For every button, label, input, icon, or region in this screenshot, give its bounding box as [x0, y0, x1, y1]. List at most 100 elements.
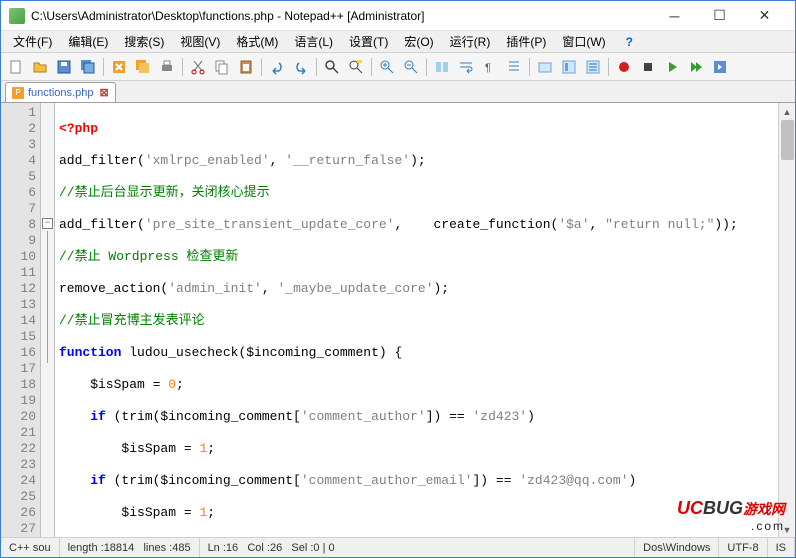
- zoom-out-icon[interactable]: [400, 56, 422, 78]
- menu-window[interactable]: 窗口(W): [554, 31, 613, 52]
- redo-icon[interactable]: [290, 56, 312, 78]
- watermark-com: .com: [677, 519, 785, 533]
- code-number: 0: [168, 377, 176, 392]
- save-all-icon[interactable]: [77, 56, 99, 78]
- code-token: <?php: [59, 121, 98, 136]
- replace-icon[interactable]: [345, 56, 367, 78]
- menu-help[interactable]: ?: [618, 33, 641, 51]
- close-all-icon[interactable]: [132, 56, 154, 78]
- new-file-icon[interactable]: [5, 56, 27, 78]
- tab-functions-php[interactable]: P functions.php ⊠: [5, 82, 116, 102]
- code-keyword: if: [59, 409, 106, 424]
- function-list-icon[interactable]: [582, 56, 604, 78]
- code-token: (trim($incoming_comment[: [106, 409, 301, 424]
- line-number: 27: [1, 521, 36, 537]
- status-col-value: 26: [270, 542, 282, 554]
- watermark-uc: UC: [677, 498, 703, 518]
- menu-run[interactable]: 运行(R): [442, 31, 499, 52]
- toolbar-separator: [261, 58, 262, 76]
- minimize-button[interactable]: ─: [652, 2, 697, 30]
- code-editor[interactable]: 1 2 3 4 5 6 7 8 9 10 11 12 13 14 15 16 1…: [1, 103, 795, 538]
- status-sel-value: 0 | 0: [313, 542, 334, 554]
- window-titlebar: C:\Users\Administrator\Desktop\functions…: [1, 1, 795, 31]
- maximize-button[interactable]: ☐: [697, 2, 742, 30]
- save-icon[interactable]: [53, 56, 75, 78]
- code-keyword: if: [59, 473, 106, 488]
- code-token: ]) ==: [473, 473, 520, 488]
- status-bar: C++ sou length : 18814 lines : 485 Ln : …: [1, 537, 795, 557]
- open-file-icon[interactable]: [29, 56, 51, 78]
- status-insert-mode: IS: [768, 538, 795, 557]
- status-sel-label: Sel :: [291, 542, 313, 554]
- php-file-icon: P: [12, 87, 24, 99]
- paste-icon[interactable]: [235, 56, 257, 78]
- word-wrap-icon[interactable]: [455, 56, 477, 78]
- close-file-icon[interactable]: [108, 56, 130, 78]
- menu-view[interactable]: 视图(V): [172, 31, 228, 52]
- cut-icon[interactable]: [187, 56, 209, 78]
- line-number: 19: [1, 393, 36, 409]
- line-number: 11: [1, 265, 36, 281]
- line-number: 24: [1, 473, 36, 489]
- code-token: '$a': [558, 217, 589, 232]
- vertical-scrollbar[interactable]: ▲ ▼: [778, 103, 795, 538]
- code-token: 'comment_author': [301, 409, 426, 424]
- code-token: ): [527, 409, 535, 424]
- status-encoding: UTF-8: [719, 538, 767, 557]
- indent-guide-icon[interactable]: [503, 56, 525, 78]
- watermark-bug: BUG: [703, 498, 743, 518]
- code-token: ]) ==: [426, 409, 473, 424]
- menu-file[interactable]: 文件(F): [5, 31, 60, 52]
- status-language: C++ sou: [1, 538, 60, 557]
- status-lines-value: 485: [172, 542, 190, 554]
- folder-as-workspace-icon[interactable]: [534, 56, 556, 78]
- window-title: C:\Users\Administrator\Desktop\functions…: [31, 9, 652, 23]
- menu-language[interactable]: 语言(L): [286, 31, 341, 52]
- tab-close-icon[interactable]: ⊠: [99, 86, 108, 99]
- toolbar-separator: [103, 58, 104, 76]
- line-number: 8: [1, 217, 36, 233]
- menu-search[interactable]: 搜索(S): [116, 31, 172, 52]
- code-token: 'admin_init': [168, 281, 262, 296]
- fold-toggle-icon[interactable]: −: [42, 218, 53, 229]
- code-token: add_filter: [59, 217, 137, 232]
- sync-scroll-icon[interactable]: [431, 56, 453, 78]
- code-comment: //禁止 Wordpress 检查更新: [59, 249, 238, 264]
- macro-play-multi-icon[interactable]: [685, 56, 707, 78]
- code-token: add_filter: [59, 153, 137, 168]
- macro-stop-icon[interactable]: [637, 56, 659, 78]
- code-token: ): [629, 473, 637, 488]
- menu-format[interactable]: 格式(M): [228, 31, 286, 52]
- macro-record-icon[interactable]: [613, 56, 635, 78]
- macro-play-icon[interactable]: [661, 56, 683, 78]
- doc-map-icon[interactable]: [558, 56, 580, 78]
- line-number: 1: [1, 105, 36, 121]
- code-token: $isSpam =: [59, 505, 199, 520]
- code-token: ;: [207, 505, 215, 520]
- scrollbar-thumb[interactable]: [781, 120, 794, 160]
- scroll-up-icon[interactable]: ▲: [779, 103, 795, 120]
- menu-edit[interactable]: 编辑(E): [60, 31, 116, 52]
- zoom-in-icon[interactable]: [376, 56, 398, 78]
- undo-icon[interactable]: [266, 56, 288, 78]
- macro-save-icon[interactable]: [709, 56, 731, 78]
- code-token: 'comment_author_email': [301, 473, 473, 488]
- copy-icon[interactable]: [211, 56, 233, 78]
- menu-settings[interactable]: 设置(T): [341, 31, 396, 52]
- code-token: $isSpam =: [59, 377, 168, 392]
- status-eol: Dos\Windows: [635, 538, 719, 557]
- tab-bar: P functions.php ⊠: [1, 81, 795, 103]
- menu-plugins[interactable]: 插件(P): [498, 31, 554, 52]
- watermark-logo: UCBUG游戏网 .com: [677, 498, 785, 533]
- find-icon[interactable]: [321, 56, 343, 78]
- toolbar-separator: [182, 58, 183, 76]
- close-button[interactable]: ✕: [742, 2, 787, 30]
- status-length-label: length :: [68, 542, 104, 554]
- menu-macro[interactable]: 宏(O): [396, 31, 441, 52]
- code-token: 'pre_site_transient_update_core': [145, 217, 395, 232]
- code-area[interactable]: <?php add_filter('xmlrpc_enabled', '__re…: [55, 103, 795, 538]
- print-icon[interactable]: [156, 56, 178, 78]
- status-lines-label: lines :: [143, 542, 172, 554]
- fold-column: −: [41, 103, 55, 538]
- show-all-chars-icon[interactable]: ¶: [479, 56, 501, 78]
